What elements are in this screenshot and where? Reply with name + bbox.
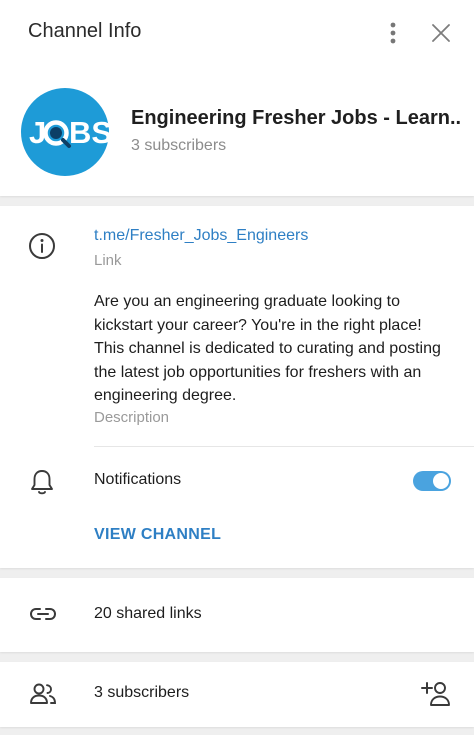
svg-text:BS: BS [69,115,109,150]
page-title: Channel Info [28,20,142,42]
channel-info-panel: t.me/Fresher_Jobs_Engineers Link Are you… [0,206,474,568]
link-icon [29,608,57,620]
description-caption: Description [94,409,170,426]
bell-icon [31,470,53,495]
jobs-logo: J BS [29,115,109,150]
subscribers-row[interactable]: 3 subscribers [0,662,474,727]
channel-link[interactable]: t.me/Fresher_Jobs_Engineers [94,227,308,245]
shared-links-label: 20 shared links [94,605,202,622]
more-vertical-icon [390,22,396,44]
channel-subscriber-count: 3 subscribers [131,137,227,154]
shared-links-row[interactable]: 20 shared links [0,578,474,652]
toggle-knob [433,473,449,489]
add-user-icon[interactable] [420,680,452,708]
channel-description: Are you an engineering graduate looking … [94,293,441,404]
channel-name: Engineering Fresher Jobs - Learn... [131,107,461,129]
notifications-label: Notifications [94,471,182,488]
channel-avatar[interactable]: J BS [21,88,109,176]
subscribers-label: 3 subscribers [94,684,190,701]
close-button[interactable] [426,18,456,48]
users-icon [30,683,56,704]
link-caption: Link [94,252,122,269]
close-icon [432,24,450,42]
info-icon [29,233,55,259]
view-channel-button[interactable]: VIEW CHANNEL [94,526,221,544]
notifications-toggle[interactable] [413,471,451,491]
channel-header-panel: Channel Info J BS Engineering Fresher Jo… [0,0,474,196]
more-options-button[interactable] [378,18,408,48]
divider [94,446,474,447]
